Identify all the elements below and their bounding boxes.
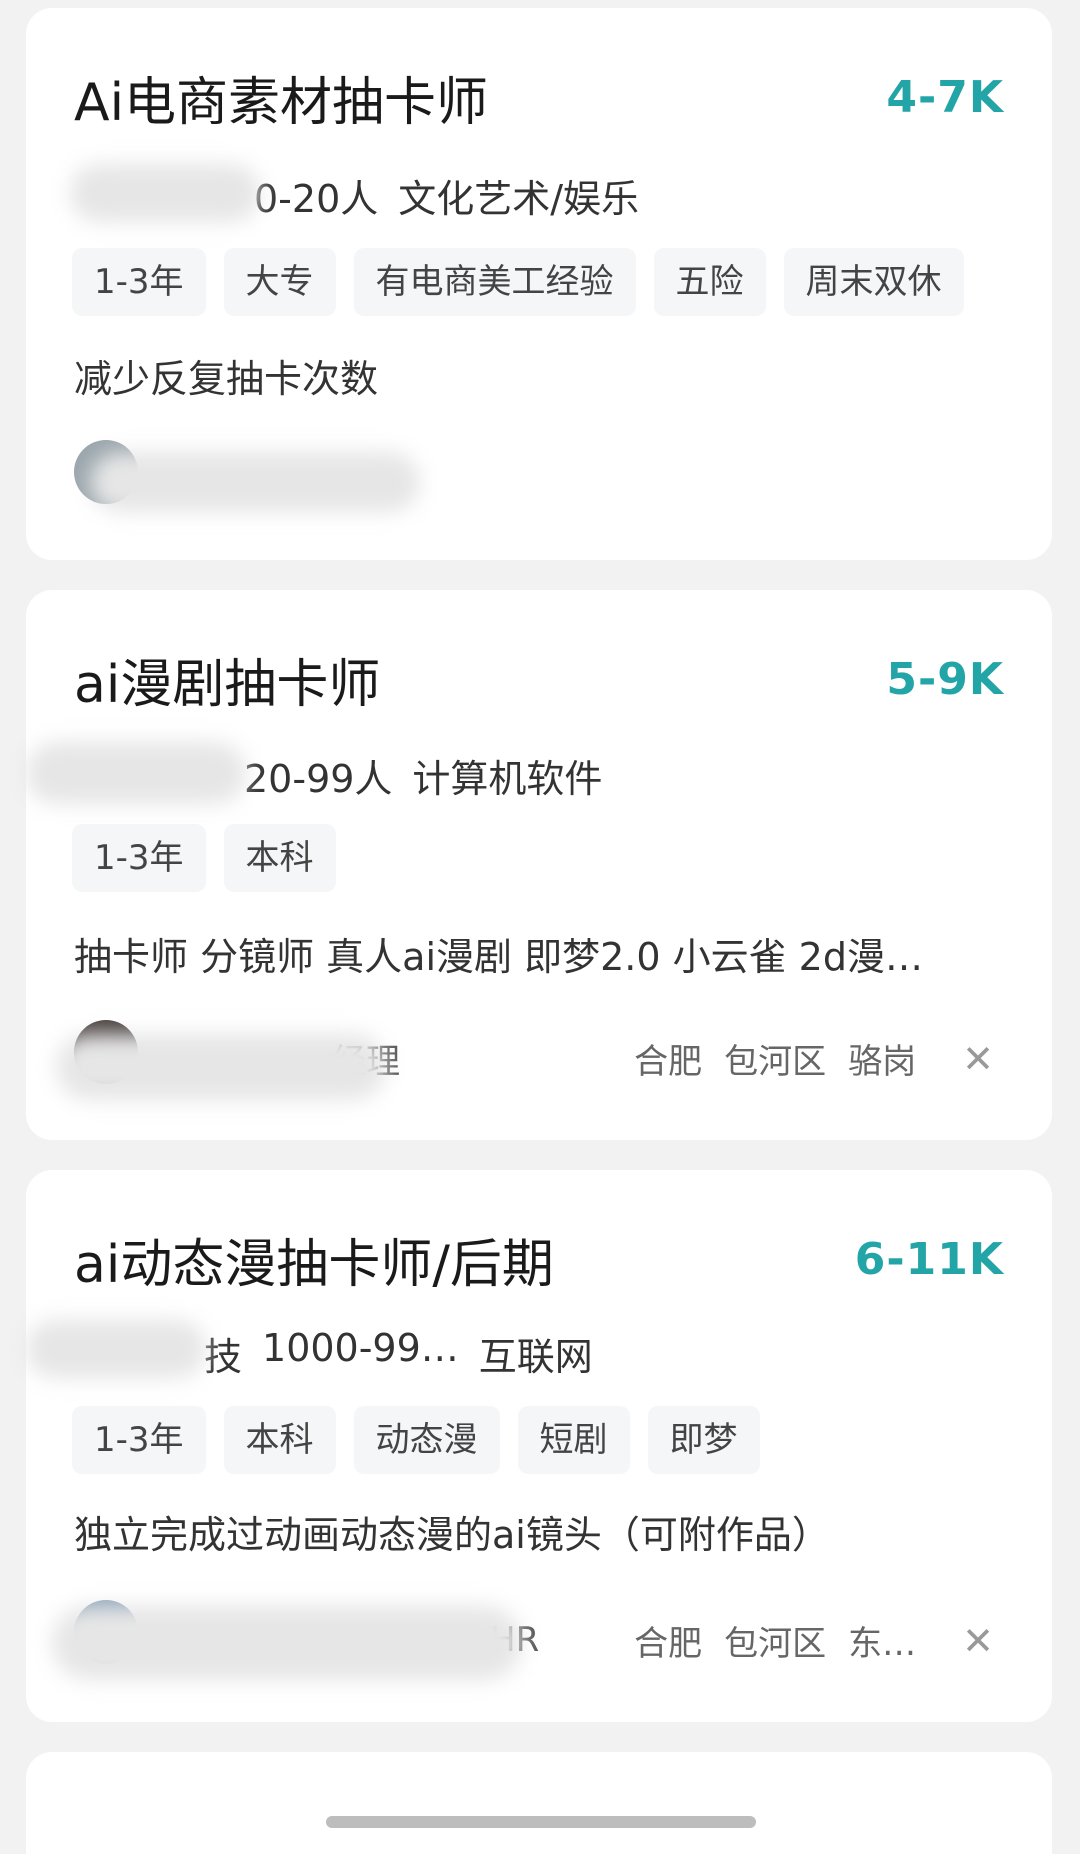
job-desc: 独立完成过动画动态漫的ai镜头（可附作品） xyxy=(74,1513,830,1557)
tag: 五险 xyxy=(653,248,766,316)
job-salary: 6-11K xyxy=(854,1234,1004,1285)
company-industry: 计算机软件 xyxy=(412,757,603,801)
redaction-blur xyxy=(56,1034,386,1100)
tag-list: 1-3年 大专 有电商美工经验 五险 周末双休 xyxy=(72,248,964,316)
location: 合肥 包河区 骆岗 ✕ xyxy=(634,1034,994,1083)
job-desc: 抽卡师 分镜师 真人ai漫剧 即梦2.0 小云雀 2d漫… xyxy=(74,935,923,979)
close-icon[interactable]: ✕ xyxy=(962,1037,994,1081)
company-industry: 文化艺术/娱乐 xyxy=(398,177,640,221)
location-district: 包河区 xyxy=(724,1042,827,1082)
redaction-blur xyxy=(90,452,420,512)
company-size: 20-99人 xyxy=(244,757,393,801)
company-industry: 互联网 xyxy=(478,1335,593,1379)
tag-list: 1-3年 本科 动态漫 短剧 即梦 xyxy=(72,1406,760,1474)
tag: 有电商美工经验 xyxy=(353,248,636,316)
company-size: 1000-99… xyxy=(262,1326,459,1370)
location-area: 骆岗 xyxy=(848,1042,917,1082)
tag: 1-3年 xyxy=(72,248,206,316)
location-area: 东… xyxy=(848,1624,917,1664)
job-salary: 5-9K xyxy=(886,654,1004,705)
redaction-blur xyxy=(26,1320,206,1378)
job-salary: 4-7K xyxy=(886,72,1004,123)
tag: 短剧 xyxy=(517,1406,630,1474)
job-card-4[interactable] xyxy=(26,1752,1052,1854)
job-desc: 减少反复抽卡次数 xyxy=(74,357,379,401)
company-name-fragment: 技 xyxy=(204,1335,243,1379)
tag-list: 1-3年 本科 xyxy=(72,824,336,892)
tag: 周末双休 xyxy=(783,248,964,316)
redaction-blur xyxy=(52,1606,522,1680)
tag: 即梦 xyxy=(647,1406,760,1474)
job-title: ai漫剧抽卡师 xyxy=(74,655,381,715)
tag: 动态漫 xyxy=(353,1406,500,1474)
location-city: 合肥 xyxy=(634,1624,703,1664)
location-district: 包河区 xyxy=(724,1624,827,1664)
home-indicator[interactable] xyxy=(326,1816,756,1828)
tag: 1-3年 xyxy=(72,824,206,892)
job-title: ai动态漫抽卡师/后期 xyxy=(74,1235,554,1295)
close-icon[interactable]: ✕ xyxy=(962,1619,994,1663)
location: 合肥 包河区 东… ✕ xyxy=(634,1616,994,1665)
job-card-3[interactable]: ai动态漫抽卡师/后期 6-11K 技 1000-99… 互联网 1-3年 本科… xyxy=(26,1170,1052,1722)
job-title: Ai电商素材抽卡师 xyxy=(74,73,489,133)
tag: 本科 xyxy=(223,1406,336,1474)
redaction-blur xyxy=(70,164,260,222)
company-size: 0-20人 xyxy=(254,177,379,221)
job-card-2[interactable]: ai漫剧抽卡师 5-9K 20-99人 计算机软件 1-3年 本科 抽卡师 分镜… xyxy=(26,590,1052,1140)
location-city: 合肥 xyxy=(634,1042,703,1082)
tag: 大专 xyxy=(223,248,336,316)
job-card-1[interactable]: Ai电商素材抽卡师 4-7K 0-20人 文化艺术/娱乐 1-3年 大专 有电商… xyxy=(26,8,1052,560)
redaction-blur xyxy=(26,742,246,804)
tag: 本科 xyxy=(223,824,336,892)
tag: 1-3年 xyxy=(72,1406,206,1474)
